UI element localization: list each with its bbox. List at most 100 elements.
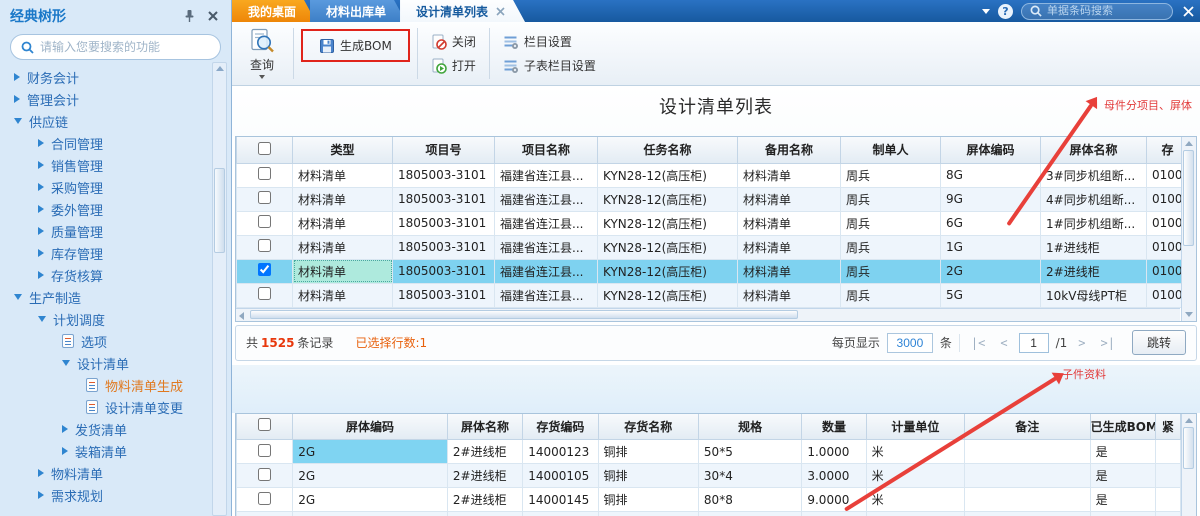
sidebar-item[interactable]: 供应链 <box>0 110 209 132</box>
row-checkbox[interactable] <box>258 468 271 481</box>
first-page-button[interactable]: |< <box>967 336 989 350</box>
sidebar-item-label: 发货清单 <box>75 420 127 439</box>
sidebar-item[interactable]: 物料清单 <box>0 462 209 484</box>
sidebar-item[interactable]: 物料清单生成 <box>0 374 209 396</box>
tab-design-list[interactable]: 设计清单列表 <box>400 0 525 22</box>
sidebar-item[interactable]: 质量管理 <box>0 220 209 242</box>
column-header[interactable]: 存 <box>1147 137 1182 163</box>
open-button[interactable]: 打开 <box>425 55 482 76</box>
row-checkbox[interactable] <box>258 263 271 276</box>
sidebar-search-input[interactable] <box>40 40 210 54</box>
table-row[interactable]: 2G2#进线柜14000145铜排80*89.0000米是 <box>237 488 1181 512</box>
generate-bom-button[interactable]: 生成BOM <box>313 35 398 56</box>
vertical-scrollbar[interactable] <box>1181 414 1196 516</box>
column-header[interactable]: 类型 <box>293 137 393 163</box>
column-header[interactable]: 制单人 <box>841 137 941 163</box>
subtable-column-settings-button[interactable]: 子表栏目设置 <box>497 55 602 76</box>
column-header[interactable]: 规格 <box>698 414 801 440</box>
query-button[interactable]: 查询 <box>238 24 286 83</box>
column-header[interactable]: 数量 <box>802 414 866 440</box>
sidebar-item[interactable]: 库存管理 <box>0 242 209 264</box>
jump-button[interactable]: 跳转 <box>1132 330 1186 355</box>
column-header[interactable]: 紧 <box>1155 414 1180 440</box>
table-row[interactable]: 2G2#进线柜13056668真空断路器HVX12-31-06-E1.0000台… <box>237 512 1181 516</box>
sidebar-item[interactable]: 采购管理 <box>0 176 209 198</box>
tab-close-icon[interactable] <box>496 7 505 16</box>
scroll-up-icon[interactable] <box>1185 141 1193 146</box>
scroll-up-icon[interactable] <box>1185 418 1193 423</box>
prev-page-button[interactable]: < <box>996 336 1011 350</box>
column-header[interactable]: 项目名称 <box>495 137 598 163</box>
sidebar-item[interactable]: 选项 <box>0 330 209 352</box>
row-checkbox[interactable] <box>258 239 271 252</box>
help-icon[interactable]: ? <box>998 4 1013 19</box>
column-header[interactable]: 已生成BOM <box>1090 414 1155 440</box>
scroll-thumb[interactable] <box>1183 427 1194 469</box>
sidebar-close-icon[interactable] <box>205 8 221 24</box>
tab-material-outbound[interactable]: 材料出库单 <box>310 0 406 22</box>
scroll-down-icon[interactable] <box>1185 312 1193 317</box>
row-checkbox[interactable] <box>258 287 271 300</box>
select-all-checkbox[interactable] <box>258 142 271 155</box>
tab-my-desktop[interactable]: 我的桌面 <box>232 0 316 22</box>
row-checkbox[interactable] <box>258 191 271 204</box>
column-header[interactable]: 屏体名称 <box>447 414 522 440</box>
column-header[interactable]: 屏体编码 <box>293 414 448 440</box>
sidebar-item[interactable]: 销售管理 <box>0 154 209 176</box>
scroll-thumb[interactable] <box>1183 150 1194 246</box>
table-cell: 福建省连江县... <box>495 211 598 235</box>
row-checkbox[interactable] <box>258 444 271 457</box>
table-row[interactable]: 材料清单1805003-3101福建省连江县...KYN28-12(高压柜)材料… <box>237 259 1182 283</box>
sidebar-item[interactable]: 计划调度 <box>0 308 209 330</box>
column-header[interactable]: 任务名称 <box>598 137 738 163</box>
sidebar-item[interactable]: 需求规划 <box>0 484 209 506</box>
column-header[interactable]: 备注 <box>965 414 1091 440</box>
scroll-thumb[interactable] <box>214 168 225 253</box>
sidebar-item[interactable]: 合同管理 <box>0 132 209 154</box>
barcode-search-input[interactable] <box>1047 5 1189 17</box>
vertical-scrollbar[interactable] <box>1181 137 1196 321</box>
column-header[interactable]: 计量单位 <box>866 414 964 440</box>
sidebar-item[interactable]: 生产制造 <box>0 286 209 308</box>
scroll-thumb[interactable] <box>250 310 798 319</box>
table-row[interactable]: 2G2#进线柜14000123铜排50*51.0000米是 <box>237 440 1181 464</box>
sidebar-item[interactable]: 财务会计 <box>0 66 209 88</box>
sidebar-item[interactable]: 装箱清单 <box>0 440 209 462</box>
table-row[interactable]: 材料清单1805003-3101福建省连江县...KYN28-12(高压柜)材料… <box>237 211 1182 235</box>
sidebar-item[interactable]: 设计清单变更 <box>0 396 209 418</box>
close-icon[interactable] <box>1183 6 1194 17</box>
column-header[interactable]: 项目号 <box>393 137 495 163</box>
column-header[interactable]: 存货编码 <box>523 414 598 440</box>
scroll-up-icon[interactable] <box>216 66 224 71</box>
column-header[interactable]: 备用名称 <box>738 137 841 163</box>
column-settings-button[interactable]: 栏目设置 <box>497 31 602 52</box>
sidebar-item[interactable]: 发货清单 <box>0 418 209 440</box>
column-header[interactable]: 存货名称 <box>598 414 698 440</box>
close-button[interactable]: 关闭 <box>425 31 482 52</box>
row-checkbox[interactable] <box>258 215 271 228</box>
row-checkbox[interactable] <box>258 167 271 180</box>
column-header[interactable]: 屏体编码 <box>941 137 1041 163</box>
select-all-checkbox[interactable] <box>258 418 271 431</box>
table-cell: 2#进线柜 <box>447 488 522 512</box>
sidebar-item[interactable]: 委外管理 <box>0 198 209 220</box>
sidebar-item[interactable]: 设计清单 <box>0 352 209 374</box>
table-row[interactable]: 材料清单1805003-3101福建省连江县...KYN28-12(高压柜)材料… <box>237 283 1182 307</box>
page-number-input[interactable] <box>1019 333 1049 353</box>
next-page-button[interactable]: > <box>1074 336 1089 350</box>
table-row[interactable]: 材料清单1805003-3101福建省连江县...KYN28-12(高压柜)材料… <box>237 187 1182 211</box>
sidebar-item[interactable]: 存货核算 <box>0 264 209 286</box>
chevron-down-icon[interactable] <box>982 9 990 14</box>
sidebar-scrollbar[interactable] <box>212 62 227 516</box>
horizontal-scrollbar[interactable] <box>236 308 1180 321</box>
row-checkbox[interactable] <box>258 492 271 505</box>
table-row[interactable]: 材料清单1805003-3101福建省连江县...KYN28-12(高压柜)材料… <box>237 235 1182 259</box>
table-cell: 1805003-3101 <box>393 163 495 187</box>
table-cell: 2#进线柜 <box>1041 259 1147 283</box>
scroll-left-icon[interactable] <box>239 312 244 320</box>
sidebar-item[interactable]: 管理会计 <box>0 88 209 110</box>
last-page-button[interactable]: >| <box>1097 336 1119 350</box>
per-page-input[interactable] <box>887 333 933 353</box>
table-row[interactable]: 2G2#进线柜14000105铜排30*43.0000米是 <box>237 464 1181 488</box>
pin-icon[interactable] <box>181 8 197 24</box>
